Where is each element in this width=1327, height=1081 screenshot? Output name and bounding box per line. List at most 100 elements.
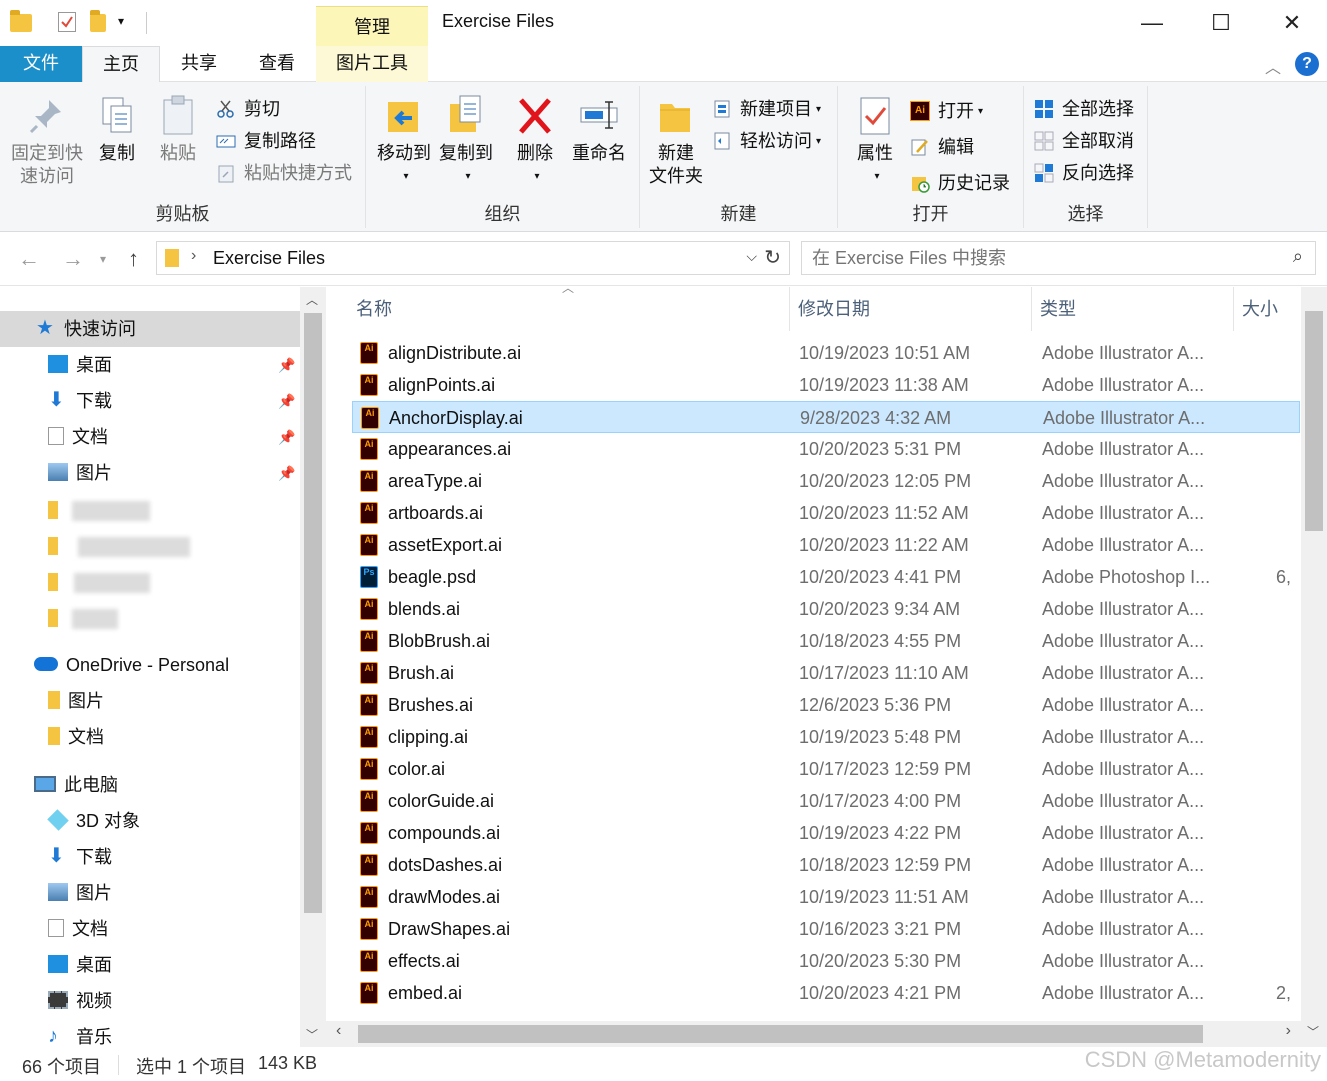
copy-path-button[interactable]: 复制路径	[216, 128, 316, 154]
file-row[interactable]: Ai DrawShapes.ai 10/16/2023 3:21 PM Adobe I…	[352, 913, 1300, 945]
nav-qa-downloads[interactable]: ⬇ 下载	[48, 383, 112, 419]
chevron-right-icon[interactable]: ›	[191, 247, 196, 265]
close-button[interactable]: ✕	[1272, 6, 1312, 40]
address-bar[interactable]: › Exercise Files ⌵ ↻	[156, 241, 790, 275]
file-row[interactable]: Ai areaType.ai 10/20/2023 12:05 PM Adobe Il…	[352, 465, 1300, 497]
up-arrow-icon[interactable]: ↑	[128, 246, 139, 272]
address-path[interactable]: Exercise Files	[213, 248, 325, 269]
vertical-scrollbar-thumb[interactable]	[1305, 311, 1323, 531]
search-icon[interactable]: ⌕	[1293, 246, 1303, 267]
column-header-modified[interactable]: 修改日期	[790, 287, 1032, 331]
nav-pc-3d-objects[interactable]: 3D 对象	[47, 803, 140, 839]
file-list-vertical-scrollbar[interactable]	[1301, 287, 1327, 1021]
select-all-button[interactable]: 全部选择	[1034, 96, 1134, 122]
scroll-right-icon[interactable]: ›	[1286, 1022, 1291, 1040]
tab-view[interactable]: 查看	[238, 46, 316, 82]
file-row[interactable]: Ai BlobBrush.ai 10/18/2023 4:55 PM Adobe Il…	[352, 625, 1300, 657]
nav-onedrive[interactable]: OneDrive - Personal	[34, 647, 229, 683]
file-row[interactable]: Ai dotsDashes.ai 10/18/2023 12:59 PM Adobe …	[352, 849, 1300, 881]
customize-toolbar-icon[interactable]: ▾	[118, 14, 124, 38]
file-list-horizontal-scrollbar[interactable]: ‹ ›	[326, 1021, 1301, 1047]
select-none-button[interactable]: 全部取消	[1034, 128, 1134, 154]
scroll-up-icon[interactable]: ﹀	[1301, 1021, 1327, 1047]
file-row[interactable]: Ai artboards.ai 10/20/2023 11:52 AM Adobe I…	[352, 497, 1300, 529]
search-input[interactable]	[812, 246, 1272, 270]
chevron-down-icon[interactable]: ⌵	[746, 248, 757, 265]
blurred-folder-name[interactable]	[72, 501, 150, 521]
forward-arrow-icon[interactable]: →	[62, 246, 84, 272]
column-header-name[interactable]: 名称	[348, 287, 790, 331]
file-row[interactable]: Ai colorGuide.ai 10/17/2023 4:00 PM Adobe I…	[352, 785, 1300, 817]
easy-access-button[interactable]: 轻松访问 ▾	[712, 128, 821, 154]
tab-file[interactable]: 文件	[0, 46, 82, 82]
file-row[interactable]: Ai color.ai 10/17/2023 12:59 PM Adobe Illus…	[352, 753, 1300, 785]
tab-home[interactable]: 主页	[82, 46, 160, 83]
scroll-down-icon[interactable]: ﹀	[306, 1026, 318, 1043]
file-row[interactable]: Ai Brush.ai 10/17/2023 11:10 AM Adobe Illus…	[352, 657, 1300, 689]
minimize-button[interactable]: —	[1132, 6, 1172, 40]
nav-pc-videos[interactable]: 视频	[48, 983, 112, 1019]
paste-shortcut-button[interactable]: 粘贴快捷方式	[216, 160, 352, 186]
file-row[interactable]: Ai blends.ai 10/20/2023 9:34 AM Adobe Illus…	[352, 593, 1300, 625]
tab-share[interactable]: 共享	[160, 46, 238, 82]
properties-quick-icon[interactable]	[58, 12, 76, 32]
copy-to-button[interactable]: 复制到 ▾	[434, 94, 498, 188]
file-row[interactable]: Ai effects.ai 10/20/2023 5:30 PM Adobe Illu…	[352, 945, 1300, 977]
nav-qa-desktop[interactable]: 桌面	[48, 347, 112, 383]
history-button[interactable]: 历史记录	[910, 170, 1010, 196]
file-row[interactable]: Ai compounds.ai 10/19/2023 4:22 PM Adobe Il…	[352, 817, 1300, 849]
nav-pc-desktop[interactable]: 桌面	[48, 947, 112, 983]
pin-icon[interactable]: 📌	[278, 393, 295, 410]
collapse-ribbon-icon[interactable]: ︿	[1265, 54, 1281, 78]
new-folder-button[interactable]: 新建 文件夹	[646, 94, 706, 188]
tab-picture-tools[interactable]: 图片工具	[316, 46, 428, 82]
nav-pc-downloads[interactable]: ⬇ 下载	[48, 839, 112, 875]
nav-scrollbar-thumb[interactable]	[304, 313, 322, 913]
open-button[interactable]: Ai 打开 ▾	[910, 98, 983, 124]
file-row[interactable]: Ai drawModes.ai 10/19/2023 11:51 AM Adobe I…	[352, 881, 1300, 913]
blurred-folder-name[interactable]	[72, 609, 118, 629]
delete-button[interactable]: 删除 ▾	[508, 94, 562, 188]
file-row[interactable]: Ai appearances.ai 10/20/2023 5:31 PM Adobe …	[352, 433, 1300, 465]
horizontal-scrollbar-thumb[interactable]	[358, 1025, 1203, 1043]
file-row[interactable]: Ai embed.ai 10/20/2023 4:21 PM Adobe Illust…	[352, 977, 1300, 1009]
paste-button[interactable]: 粘贴	[152, 94, 204, 165]
nav-qa-pictures[interactable]: 图片	[48, 455, 112, 491]
pin-icon[interactable]: 📌	[278, 429, 295, 446]
nav-onedrive-pictures[interactable]: 图片	[48, 683, 104, 719]
file-row[interactable]: Ai AnchorDisplay.ai 9/28/2023 4:32 AM Adobe…	[352, 401, 1300, 433]
nav-quick-access[interactable]: ★ 快速访问	[36, 311, 136, 347]
blurred-folder-name[interactable]	[74, 573, 150, 593]
nav-pc-music[interactable]: ♪ 音乐	[48, 1019, 112, 1047]
back-arrow-icon[interactable]: ←	[18, 246, 40, 272]
blurred-folder-name[interactable]	[78, 537, 190, 557]
move-to-button[interactable]: 移动到 ▾	[372, 94, 436, 188]
file-row[interactable]: Ai alignPoints.ai 10/19/2023 11:38 AM Adobe…	[352, 369, 1300, 401]
copy-button[interactable]: 复制	[92, 94, 142, 165]
pin-icon[interactable]: 📌	[278, 357, 295, 374]
pin-quick-access-button[interactable]: 固定到快 速访问	[8, 94, 86, 188]
new-item-button[interactable]: 新建项目 ▾	[712, 96, 821, 122]
new-folder-quick-icon[interactable]	[90, 10, 106, 34]
refresh-icon[interactable]: ↻	[764, 245, 781, 270]
nav-qa-documents[interactable]: 文档	[48, 419, 108, 455]
column-header-size[interactable]: 大小	[1234, 287, 1302, 331]
nav-onedrive-documents[interactable]: 文档	[48, 719, 104, 755]
invert-selection-button[interactable]: 反向选择	[1034, 160, 1134, 186]
file-row[interactable]: Ai Brushes.ai 12/6/2023 5:36 PM Adobe Illus…	[352, 689, 1300, 721]
file-row[interactable]: Ai assetExport.ai 10/20/2023 11:22 AM Adobe…	[352, 529, 1300, 561]
pin-icon[interactable]: 📌	[278, 465, 295, 482]
scroll-left-icon[interactable]: ‹	[336, 1022, 341, 1040]
cut-button[interactable]: 剪切	[216, 96, 280, 122]
recent-locations-icon[interactable]: ▾	[100, 252, 106, 266]
file-row[interactable]: Ai alignDistribute.ai 10/19/2023 10:51 AM A…	[352, 337, 1300, 369]
scroll-up-icon[interactable]: ︿	[306, 291, 318, 308]
rename-button[interactable]: 重命名	[566, 94, 632, 165]
properties-button[interactable]: 属性 ▾	[848, 94, 902, 188]
nav-this-pc[interactable]: 此电脑	[34, 767, 118, 803]
column-header-type[interactable]: 类型	[1032, 287, 1234, 331]
search-box[interactable]: ⌕	[801, 241, 1316, 275]
nav-pc-documents[interactable]: 文档	[48, 911, 108, 947]
file-row[interactable]: Ai clipping.ai 10/19/2023 5:48 PM Adobe Ill…	[352, 721, 1300, 753]
edit-button[interactable]: 编辑	[910, 134, 974, 160]
